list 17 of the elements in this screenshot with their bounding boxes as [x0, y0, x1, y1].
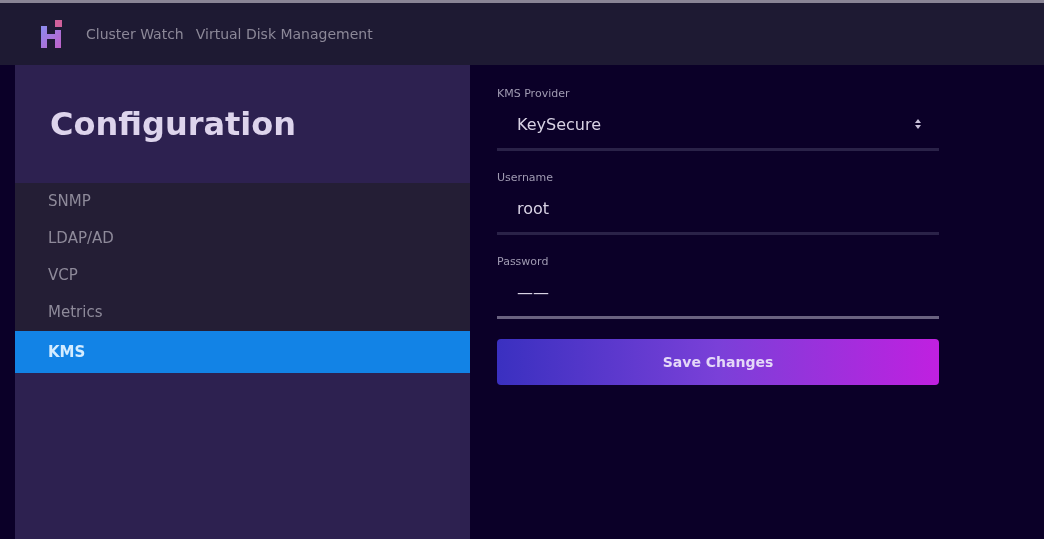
menu-item[interactable]: Metrics: [15, 294, 470, 331]
menu-item[interactable]: SNMP: [15, 183, 470, 220]
field-label: KMS Provider: [497, 87, 571, 100]
sort-arrows-icon: [915, 119, 921, 129]
field-label: Password: [497, 255, 550, 268]
nav-link[interactable]: Cluster Watch: [86, 26, 184, 42]
field-label: Username: [497, 171, 555, 184]
save-changes-button[interactable]: Save Changes: [497, 339, 939, 385]
logo-icon: [40, 20, 64, 48]
menu-item[interactable]: VCP: [15, 257, 470, 294]
password-field[interactable]: ——: [497, 268, 939, 319]
username-field[interactable]: root: [497, 184, 939, 235]
sidebar-title: Configuration: [49, 104, 298, 145]
menu-item[interactable]: KMS: [15, 331, 470, 373]
provider-dropdown[interactable]: KeySecure: [497, 100, 939, 151]
nav-link[interactable]: Virtual Disk Management: [195, 26, 373, 42]
menu-item[interactable]: LDAP/AD: [15, 220, 470, 257]
